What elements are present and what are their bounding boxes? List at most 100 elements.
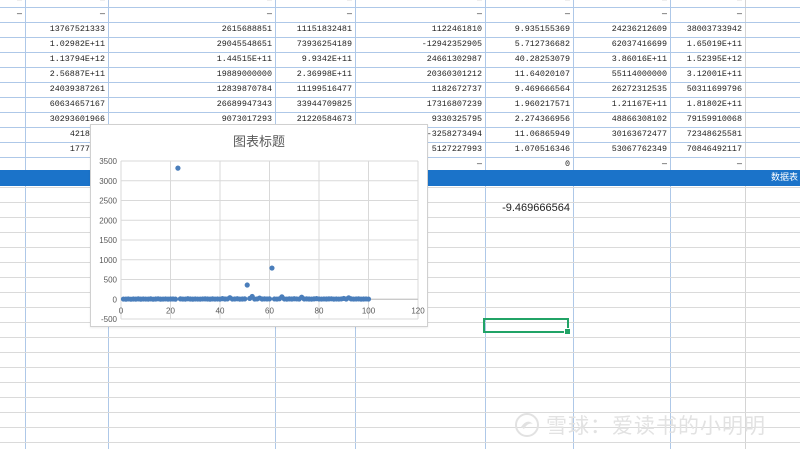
table-cell[interactable]: — bbox=[487, 7, 570, 22]
table-cell[interactable]: 38003733942 bbox=[672, 22, 742, 37]
y-tick-label: -500 bbox=[101, 315, 118, 324]
table-cell[interactable]: 29045548651 bbox=[110, 37, 272, 52]
table-cell[interactable]: 3.12001E+11 bbox=[672, 67, 742, 82]
y-tick-label: 2500 bbox=[99, 197, 117, 206]
scatter-chart[interactable]: 图表标题 -500 0 500 1000 1500 2000 2500 3000 3500 0 20… bbox=[90, 124, 428, 327]
table-cell[interactable]: 2.274366956 bbox=[487, 112, 570, 127]
x-tick-label: 100 bbox=[362, 306, 376, 315]
y-tick-label: 2000 bbox=[99, 216, 117, 225]
table-cell[interactable]: 20360301212 bbox=[357, 67, 482, 82]
data-point[interactable] bbox=[269, 265, 275, 271]
table-cell[interactable]: 5.712736682 bbox=[487, 37, 570, 52]
table-cell[interactable]: 73936254189 bbox=[277, 37, 352, 52]
table-cell[interactable]: 1.070516346 bbox=[487, 142, 570, 157]
x-tick-label: 0 bbox=[119, 306, 124, 315]
y-tick-label: 1500 bbox=[99, 236, 117, 245]
row-divider bbox=[0, 382, 800, 383]
table-cell[interactable]: 26272312535 bbox=[575, 82, 667, 97]
x-tick-label: 40 bbox=[216, 306, 225, 315]
table-cell[interactable]: 79159910068 bbox=[672, 112, 742, 127]
table-cell[interactable]: 1.960217571 bbox=[487, 97, 570, 112]
table-cell[interactable]: 13767521333 bbox=[27, 22, 105, 37]
table-cell[interactable]: — bbox=[672, 7, 742, 22]
table-cell[interactable]: — bbox=[2, 7, 22, 22]
row-divider bbox=[0, 397, 800, 398]
table-cell[interactable]: — bbox=[575, 7, 667, 22]
chart-plot-area: -50005001000150020002500300035000 20 40 60 8… bbox=[99, 157, 425, 324]
table-cell[interactable]: — bbox=[110, 7, 272, 22]
x-tick-label: 20 bbox=[166, 306, 175, 315]
table-cell[interactable] bbox=[2, 127, 22, 142]
data-point[interactable] bbox=[172, 296, 179, 302]
table-cell[interactable] bbox=[2, 97, 22, 112]
table-cell[interactable] bbox=[2, 82, 22, 97]
table-cell[interactable]: -12942352905 bbox=[357, 37, 482, 52]
row-divider bbox=[0, 337, 800, 338]
y-tick-label: 3500 bbox=[99, 157, 117, 166]
y-tick-label: 500 bbox=[104, 276, 118, 285]
table-cell[interactable]: 53067762349 bbox=[575, 142, 667, 157]
table-cell[interactable]: 26689947343 bbox=[110, 97, 272, 112]
table-cell[interactable]: 24661302987 bbox=[357, 52, 482, 67]
table-cell[interactable]: 11199516477 bbox=[277, 82, 352, 97]
data-point[interactable] bbox=[175, 165, 181, 171]
table-cell[interactable]: 1.65019E+11 bbox=[672, 37, 742, 52]
table-cell[interactable] bbox=[2, 52, 22, 67]
table-cell[interactable] bbox=[2, 142, 22, 157]
x-tick-label: 80 bbox=[315, 306, 324, 315]
selected-cell[interactable] bbox=[483, 318, 571, 335]
table-cell[interactable]: 9.935155369 bbox=[487, 22, 570, 37]
table-cell[interactable]: 30163672477 bbox=[575, 127, 667, 142]
table-cell[interactable]: 33944709825 bbox=[277, 97, 352, 112]
data-point[interactable] bbox=[365, 296, 372, 302]
table-cell[interactable]: 2.56887E+11 bbox=[27, 67, 105, 82]
watermark-text: 雪球：爱读书的小明明 bbox=[546, 414, 766, 438]
table-cell[interactable]: 70846492117 bbox=[672, 142, 742, 157]
table-cell[interactable]: — bbox=[277, 7, 352, 22]
table-cell[interactable]: 3.86016E+11 bbox=[575, 52, 667, 67]
table-cell[interactable]: 62037416699 bbox=[575, 37, 667, 52]
table-cell[interactable]: — bbox=[27, 7, 105, 22]
table-cell[interactable]: 2615688851 bbox=[110, 22, 272, 37]
table-cell[interactable] bbox=[2, 112, 22, 127]
table-cell[interactable]: 12839870784 bbox=[110, 82, 272, 97]
table-cell[interactable]: 1.81802E+11 bbox=[672, 97, 742, 112]
table-cell[interactable]: 11.64020107 bbox=[487, 67, 570, 82]
table-cell[interactable]: 17316807239 bbox=[357, 97, 482, 112]
snowball-logo-icon bbox=[514, 412, 540, 438]
row-divider bbox=[0, 352, 800, 353]
x-tick-label: 60 bbox=[265, 306, 274, 315]
data-point[interactable] bbox=[266, 296, 273, 302]
table-cell[interactable]: 50311699796 bbox=[672, 82, 742, 97]
table-cell[interactable]: 2.36998E+11 bbox=[277, 67, 352, 82]
row-divider bbox=[0, 367, 800, 368]
table-cell[interactable]: 24236212609 bbox=[575, 22, 667, 37]
y-tick-label: 1000 bbox=[99, 256, 117, 265]
table-cell[interactable]: 55114000000 bbox=[575, 67, 667, 82]
table-cell[interactable]: 1.02982E+11 bbox=[27, 37, 105, 52]
data-point[interactable] bbox=[242, 296, 248, 302]
data-point[interactable] bbox=[244, 282, 250, 288]
table-cell[interactable]: 1182672737 bbox=[357, 82, 482, 97]
table-cell[interactable]: — bbox=[357, 7, 482, 22]
table-cell[interactable]: 60634657167 bbox=[27, 97, 105, 112]
table-cell[interactable]: 11.06865949 bbox=[487, 127, 570, 142]
result-cell-value[interactable]: -9.469666564 bbox=[486, 202, 570, 214]
table-cell[interactable] bbox=[2, 22, 22, 37]
table-cell[interactable]: 9.469666564 bbox=[487, 82, 570, 97]
table-cell[interactable]: 1.44515E+11 bbox=[110, 52, 272, 67]
table-cell[interactable]: 48866308102 bbox=[575, 112, 667, 127]
row-divider bbox=[0, 442, 800, 443]
table-cell[interactable]: 1.52395E+12 bbox=[672, 52, 742, 67]
table-cell[interactable]: 40.28253079 bbox=[487, 52, 570, 67]
table-cell[interactable]: 1.21167E+11 bbox=[575, 97, 667, 112]
table-cell[interactable]: 11151832481 bbox=[277, 22, 352, 37]
table-cell[interactable]: 1.13794E+12 bbox=[27, 52, 105, 67]
table-cell[interactable]: 1122461810 bbox=[357, 22, 482, 37]
table-cell[interactable]: 9.9342E+11 bbox=[277, 52, 352, 67]
table-cell[interactable] bbox=[2, 37, 22, 52]
table-cell[interactable] bbox=[2, 67, 22, 82]
table-cell[interactable]: 19889000000 bbox=[110, 67, 272, 82]
table-cell[interactable]: 24039387261 bbox=[27, 82, 105, 97]
table-cell[interactable]: 72348625581 bbox=[672, 127, 742, 142]
